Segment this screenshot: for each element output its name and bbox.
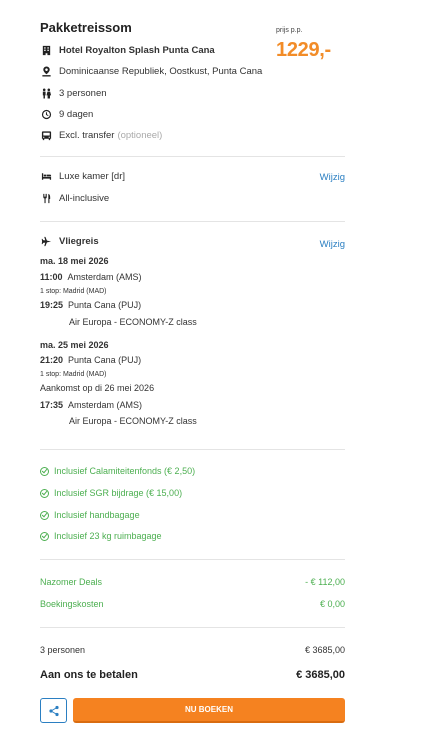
- divider: [40, 221, 345, 222]
- book-now-button[interactable]: NU BOEKEN: [73, 698, 345, 723]
- clock-icon: [40, 108, 52, 120]
- persons-row: 3 personen: [40, 86, 107, 100]
- return-date: ma. 25 mei 2026: [40, 340, 109, 350]
- outbound-arr-place: Punta Cana (PUJ): [68, 300, 142, 310]
- booking-costs-value: € 0,00: [319, 599, 345, 609]
- hotel-row: Hotel Royalton Splash Punta Cana: [40, 43, 215, 57]
- inclusion-item: Inclusief Calamiteitenfonds (€ 2,50): [40, 466, 195, 476]
- location-pin-icon: [40, 65, 52, 77]
- persons-total-row: 3 personen € 3685,00: [40, 645, 345, 655]
- transfer-row: Excl. transfer (optioneel): [40, 128, 162, 142]
- change-flight-link[interactable]: Wijzig: [320, 239, 345, 250]
- inclusion-item: Inclusief 23 kg ruimbagage: [40, 531, 162, 541]
- check-circle-icon: [40, 466, 49, 476]
- return-carrier: Air Europa - ECONOMY-Z class: [69, 416, 197, 426]
- airplane-icon: [40, 235, 52, 247]
- persons-total-value: € 3685,00: [304, 645, 345, 655]
- booking-costs-row: Boekingskosten € 0,00: [40, 599, 345, 609]
- pay-total-label: Aan ons te betalen: [40, 669, 138, 681]
- transfer-optional-note: (optioneel): [117, 129, 163, 141]
- deal-value: - € 112,00: [305, 577, 345, 587]
- hotel-name: Hotel Royalton Splash Punta Cana: [59, 44, 215, 56]
- outbound-carrier: Air Europa - ECONOMY-Z class: [69, 317, 197, 327]
- return-dep-time: 21:20: [40, 355, 64, 365]
- inclusion-item: Inclusief SGR bijdrage (€ 15,00): [40, 488, 182, 498]
- divider: [40, 449, 345, 450]
- outbound-arr-time: 19:25: [40, 300, 64, 310]
- return-departure: 21:20 Punta Cana (PUJ): [40, 355, 141, 365]
- deal-label: Nazomer Deals: [40, 577, 103, 587]
- persons-text: 3 personen: [59, 87, 107, 99]
- booking-costs-label: Boekingskosten: [40, 599, 104, 609]
- inclusion-label: Inclusief 23 kg ruimbagage: [54, 531, 162, 541]
- flight-heading: Vliegreis: [59, 235, 99, 247]
- bed-icon: [40, 170, 52, 182]
- share-icon: [48, 705, 60, 717]
- outbound-stop: 1 stop: Madrid (MAD): [40, 288, 107, 295]
- building-icon: [40, 44, 52, 56]
- check-circle-icon: [40, 488, 49, 498]
- pay-total-value: € 3685,00: [296, 669, 345, 681]
- room-row: Luxe kamer [dr]: [40, 169, 125, 183]
- inclusion-label: Inclusief Calamiteitenfonds (€ 2,50): [54, 466, 196, 476]
- location-row: Dominicaanse Republiek, Oostkust, Punta …: [40, 64, 262, 78]
- persons-icon: [40, 87, 52, 99]
- outbound-date: ma. 18 mei 2026: [40, 256, 109, 266]
- outbound-arrival: 19:25 Punta Cana (PUJ): [40, 300, 141, 310]
- change-room-link[interactable]: Wijzig: [320, 172, 345, 183]
- check-circle-icon: [40, 531, 49, 541]
- outbound-departure: 11:00 Amsterdam (AMS): [40, 272, 142, 282]
- duration-text: 9 dagen: [59, 108, 94, 120]
- room-type: Luxe kamer [dr]: [59, 170, 125, 182]
- pay-total-row: Aan ons te betalen € 3685,00: [40, 669, 345, 681]
- outbound-dep-time: 11:00: [40, 272, 63, 282]
- board-row: All-inclusive: [40, 191, 109, 205]
- persons-total-label: 3 personen: [40, 645, 86, 655]
- bus-icon: [40, 129, 52, 141]
- page-title: Pakketreissom: [40, 20, 132, 35]
- return-arrival: 17:35 Amsterdam (AMS): [40, 400, 142, 410]
- return-arr-time: 17:35: [40, 400, 64, 410]
- deal-row: Nazomer Deals - € 112,00: [40, 577, 345, 587]
- inclusion-label: Inclusief handbagage: [54, 510, 140, 520]
- inclusion-label: Inclusief SGR bijdrage (€ 15,00): [54, 488, 183, 498]
- share-button[interactable]: [40, 698, 67, 723]
- location-text: Dominicaanse Republiek, Oostkust, Punta …: [59, 65, 263, 77]
- flight-heading-row: Vliegreis: [40, 234, 99, 248]
- transfer-text: Excl. transfer: [59, 129, 115, 141]
- divider: [40, 627, 345, 628]
- cutlery-icon: [40, 192, 52, 204]
- board-type: All-inclusive: [59, 192, 110, 204]
- divider: [40, 559, 345, 560]
- price-per-person: 1229,-: [276, 39, 331, 61]
- price-label: prijs p.p.: [276, 27, 303, 34]
- inclusion-item: Inclusief handbagage: [40, 510, 140, 520]
- return-dep-place: Punta Cana (PUJ): [68, 355, 142, 365]
- return-arr-place: Amsterdam (AMS): [68, 400, 143, 410]
- return-arrival-note: Aankomst op di 26 mei 2026: [40, 383, 155, 393]
- divider: [40, 156, 345, 157]
- outbound-dep-place: Amsterdam (AMS): [67, 272, 142, 282]
- duration-row: 9 dagen: [40, 107, 93, 121]
- check-circle-icon: [40, 510, 49, 520]
- return-stop: 1 stop: Madrid (MAD): [40, 371, 107, 378]
